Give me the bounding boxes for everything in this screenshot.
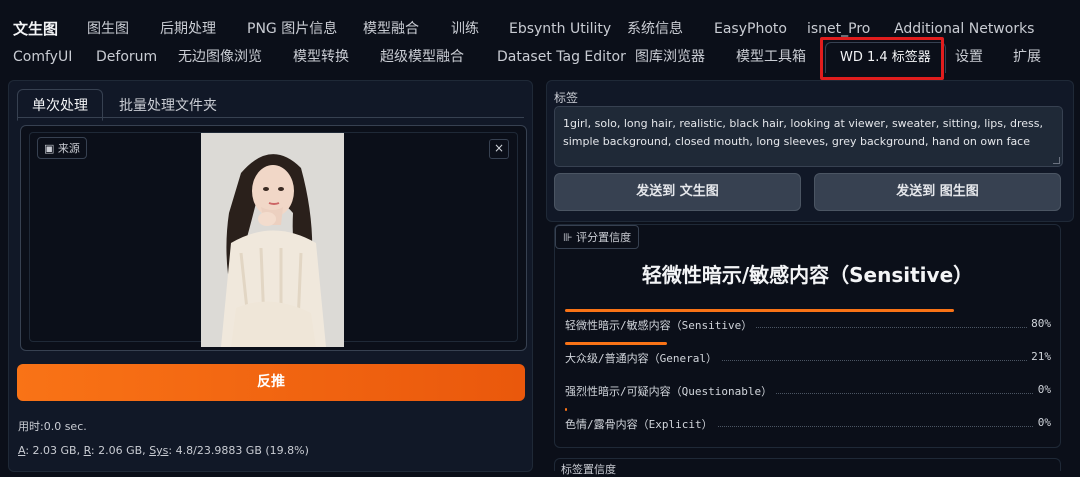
tags-output[interactable]: 1girl, solo, long hair, realistic, black…	[554, 106, 1063, 167]
tab-model-toolkit[interactable]: 模型工具箱	[736, 48, 806, 66]
tab-sysinfo[interactable]: 系统信息	[627, 20, 683, 38]
source-image	[201, 133, 344, 347]
tab-image-browser[interactable]: 图库浏览器	[635, 48, 705, 66]
rating-name: 色情/露骨内容（Explicit）	[565, 416, 717, 432]
rating-value: 0%	[1033, 416, 1051, 429]
rating-name: 强烈性暗示/可疑内容（Questionable）	[565, 383, 777, 399]
rating-value: 21%	[1027, 350, 1051, 363]
tab-postprocess[interactable]: 后期处理	[160, 20, 216, 38]
tab-ebsynth[interactable]: Ebsynth Utility	[509, 20, 611, 38]
portrait-illustration	[201, 133, 344, 347]
rating-bar	[565, 342, 668, 345]
image-upload[interactable]: ▣ 来源 ×	[20, 125, 527, 351]
image-frame: ▣ 来源 ×	[29, 132, 518, 347]
tab-png-info[interactable]: PNG 图片信息	[247, 20, 337, 38]
resize-grip-icon[interactable]	[1053, 157, 1060, 164]
rating-name: 轻微性暗示/敏感内容（Sensitive）	[565, 317, 757, 333]
rating-value: 0%	[1033, 383, 1051, 396]
mem-sys-value: : 4.8/23.9883 GB (19.8%)	[168, 444, 309, 457]
highlight-box	[820, 37, 944, 80]
tags-label: 标签	[554, 91, 579, 105]
image-icon: ▣	[44, 142, 58, 155]
tab-extensions[interactable]: 扩展	[1013, 48, 1041, 66]
tab-additional-networks[interactable]: Additional Networks	[894, 20, 1034, 38]
tab-comfyui[interactable]: ComfyUI	[13, 48, 72, 66]
rating-name: 大众级/普通内容（General）	[565, 350, 721, 366]
interrogate-button[interactable]: 反推	[17, 364, 525, 401]
tab-img2img[interactable]: 图生图	[87, 20, 129, 38]
tab-settings[interactable]: 设置	[955, 48, 983, 66]
tab-infinite-image-browser[interactable]: 无边图像浏览	[178, 48, 262, 66]
rating-row: 强烈性暗示/可疑内容（Questionable） 0%	[565, 375, 1051, 403]
tab-train[interactable]: 训练	[451, 20, 479, 38]
mem-r-value: : 2.06 GB,	[90, 444, 150, 457]
source-label: ▣ 来源	[37, 137, 87, 159]
close-image-button[interactable]: ×	[489, 139, 509, 159]
tab-deforum[interactable]: Deforum	[96, 48, 157, 66]
rating-label: ⊪ 评分置信度	[555, 225, 640, 249]
send-to-txt2img-button[interactable]: 发送到 文生图	[554, 173, 801, 211]
rating-row: 大众级/普通内容（General） 21%	[565, 342, 1051, 370]
rating-row: 色情/露骨内容（Explicit） 0%	[565, 408, 1051, 436]
mem-a-value: : 2.03 GB,	[25, 444, 84, 457]
rating-title: 轻微性暗示/敏感内容（Sensitive）	[641, 263, 974, 287]
bar-chart-icon: ⊪	[563, 231, 577, 244]
tab-model-merge[interactable]: 模型融合	[363, 20, 419, 38]
memory-stats: A: 2.03 GB, R: 2.06 GB, Sys: 4.8/23.9883…	[18, 444, 309, 457]
tag-confidence-panel: 标签置信度	[554, 458, 1061, 476]
tab-model-convert[interactable]: 模型转换	[293, 48, 349, 66]
tab-isnet-pro[interactable]: isnet_Pro	[807, 20, 870, 38]
subtab-divider	[17, 117, 524, 118]
tag-confidence-label: 标签置信度	[561, 463, 616, 476]
rating-bar	[565, 309, 954, 312]
time-taken: 用时:0.0 sec.	[18, 420, 87, 433]
subtab-batch-folder[interactable]: 批量处理文件夹	[119, 95, 217, 115]
rating-row: 轻微性暗示/敏感内容（Sensitive） 80%	[565, 309, 1051, 337]
tags-text: 1girl, solo, long hair, realistic, black…	[563, 117, 1044, 148]
tab-easyphoto[interactable]: EasyPhoto	[714, 20, 787, 38]
rating-bar	[565, 408, 568, 411]
tab-super-merge[interactable]: 超级模型融合	[380, 48, 464, 66]
tab-dataset-tag-editor[interactable]: Dataset Tag Editor	[497, 48, 626, 66]
rating-value: 80%	[1027, 317, 1051, 330]
rating-confidence-panel: ⊪ 评分置信度 轻微性暗示/敏感内容（Sensitive） 轻微性暗示/敏感内容…	[554, 224, 1061, 448]
tab-txt2img[interactable]: 文生图	[13, 20, 58, 38]
send-to-img2img-button[interactable]: 发送到 图生图	[814, 173, 1061, 211]
mem-r-abbr: R	[83, 444, 91, 457]
mem-sys-abbr: Sys	[149, 444, 169, 457]
